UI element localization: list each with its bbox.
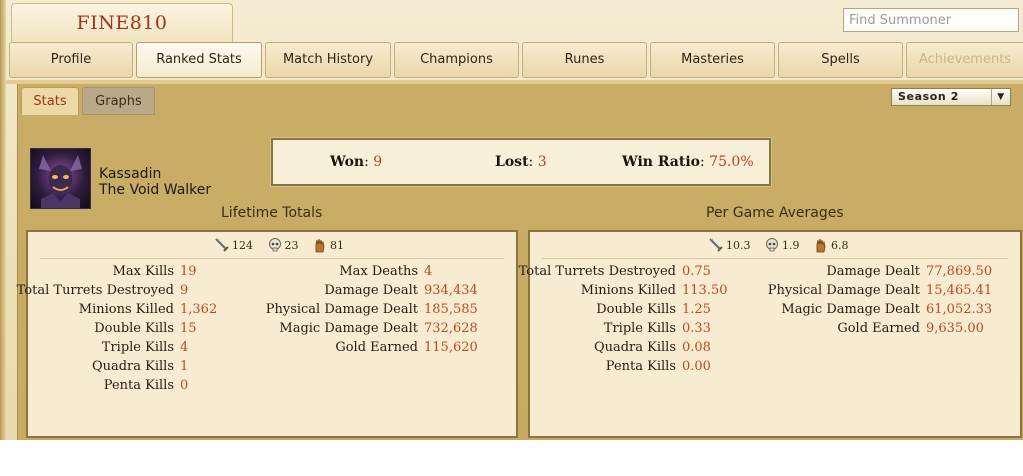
season-select[interactable]: Season 2 ▼	[891, 88, 1011, 106]
app-window: FINE810 Profile Ranked Stats Match Histo…	[0, 0, 1023, 440]
tab-profile[interactable]: Profile	[9, 42, 133, 78]
per-game-averages-box: 10.3 1.9 6.8 Total Turrets Destroyed 0.75…	[519, 230, 1022, 438]
summoner-name-tab: FINE810	[11, 3, 233, 42]
subtab-graphs[interactable]: Graphs	[82, 87, 155, 115]
win-loss-record: Won: 9 Lost: 3 Win Ratio: 75.0%	[270, 137, 772, 187]
lifetime-assists: 81	[330, 238, 344, 252]
tab-achievements[interactable]: Achievements	[906, 42, 1023, 78]
stat-row: Physical Damage Dealt 185,585	[265, 302, 478, 317]
crossed-swords-icon	[708, 237, 724, 253]
subtab-stats[interactable]: Stats	[21, 87, 79, 115]
kassadin-portrait-art	[39, 155, 82, 208]
crossed-swords-icon	[214, 237, 230, 253]
average-kda: 10.3 1.9 6.8	[708, 237, 859, 255]
season-select-value: Season 2	[898, 90, 960, 103]
tab-champions[interactable]: Champions	[394, 42, 519, 78]
tab-ranked-stats[interactable]: Ranked Stats	[136, 42, 262, 78]
chevron-down-icon[interactable]: ▼	[991, 89, 1010, 105]
stat-row: Gold Earned 115,620	[335, 340, 478, 355]
champion-title: The Void Walker	[99, 182, 212, 198]
divider	[40, 258, 504, 259]
skull-icon	[764, 237, 780, 253]
hand-icon	[813, 237, 829, 253]
champion-portrait	[30, 148, 91, 209]
lost-value: 3	[537, 154, 547, 170]
main-nav: Profile Ranked Stats Match History Champ…	[9, 42, 1023, 80]
lifetime-deaths: 23	[284, 238, 299, 252]
lost-stat: Lost: 3	[495, 154, 547, 170]
average-kills: 10.3	[726, 238, 751, 252]
lifetime-totals-heading: Lifetime Totals	[221, 205, 323, 221]
average-assists: 6.8	[831, 238, 849, 252]
ranked-stats-panel: Stats Graphs Season 2 ▼ Kassadin The Voi…	[17, 84, 1023, 440]
find-summoner-input[interactable]	[843, 8, 1019, 32]
tab-match-history[interactable]: Match History	[265, 42, 391, 78]
hand-icon	[312, 237, 328, 253]
stat-row: Damage Dealt 934,434	[324, 283, 478, 298]
lost-label: Lost	[495, 154, 529, 170]
stat-row: Quadra Kills 0.08	[593, 340, 711, 355]
won-value: 9	[373, 154, 383, 170]
stat-row: Magic Damage Dealt 732,628	[279, 321, 478, 336]
tab-runes[interactable]: Runes	[522, 42, 647, 78]
win-ratio-value: 75.0%	[709, 154, 754, 170]
skull-icon	[267, 237, 283, 253]
stat-row: Physical Damage Dealt 15,465.41	[767, 283, 993, 298]
stat-row: Gold Earned 9,635.00	[837, 321, 984, 336]
stat-row: Magic Damage Dealt 61,052.33	[781, 302, 993, 317]
champion-name: Kassadin	[99, 166, 162, 182]
stat-row: Max Deaths 4	[339, 264, 433, 279]
stat-row: Penta Kills 0	[103, 378, 189, 393]
average-deaths: 1.9	[782, 238, 800, 252]
tab-spells[interactable]: Spells	[778, 42, 903, 78]
lifetime-kills: 124	[232, 238, 253, 252]
lifetime-kda: 124 23 81	[214, 237, 354, 255]
tab-masteries[interactable]: Masteries	[650, 42, 775, 78]
lifetime-totals-box: 124 23 81 Max Kills 19 Total Turrets Dest…	[17, 230, 518, 438]
summoner-name: FINE810	[76, 12, 168, 34]
stat-row: Penta Kills 0.00	[605, 359, 711, 374]
per-game-averages-heading: Per Game Averages	[706, 205, 844, 221]
win-ratio-label: Win Ratio	[622, 154, 700, 170]
won-stat: Won: 9	[330, 154, 383, 170]
stat-row: Damage Dealt 77,869.50	[826, 264, 993, 279]
stat-row: Quadra Kills 1	[91, 359, 189, 374]
won-label: Won	[330, 154, 365, 170]
divider	[542, 258, 1008, 259]
win-ratio-stat: Win Ratio: 75.0%	[622, 154, 754, 170]
